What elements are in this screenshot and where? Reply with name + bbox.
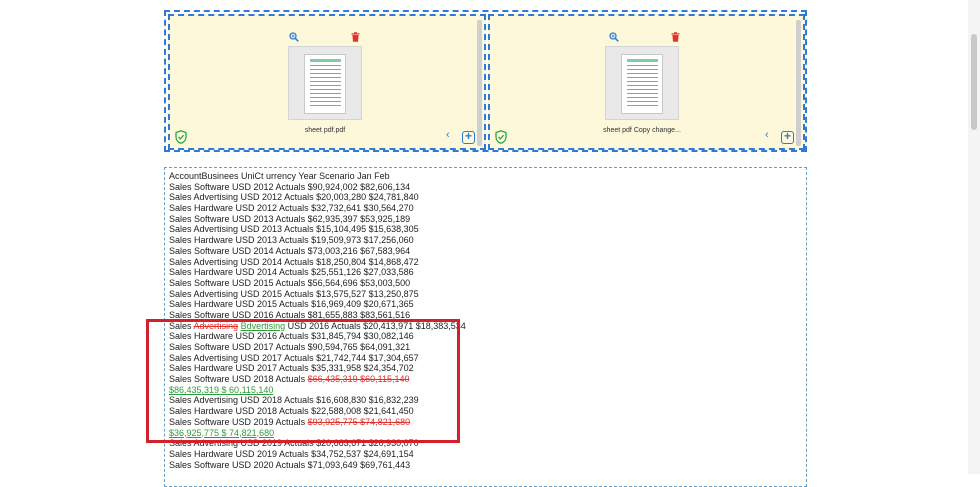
line-text: Sales Hardware USD 2013 Actuals $19,509,…	[169, 235, 414, 246]
comparison-line: Sales Advertising USD 2014 Actuals $18,2…	[169, 257, 466, 268]
line-text: Sales Software USD 2013 Actuals $62,935,…	[169, 213, 411, 224]
chevron-left-icon[interactable]: ‹	[765, 130, 773, 141]
panel-scrollbar[interactable]	[796, 20, 801, 146]
line-text: Sales Software USD 2015 Actuals $56,564,…	[169, 277, 411, 288]
shield-check-icon	[175, 130, 187, 144]
file-name: sheet pdf Copy change...	[603, 127, 681, 134]
comparison-line: Sales Software USD 2013 Actuals $62,935,…	[169, 214, 466, 225]
line-text: Sales Hardware USD 2015 Actuals $16,969,…	[169, 299, 414, 310]
zoom-icon[interactable]	[609, 32, 619, 42]
pdf-page-preview	[621, 54, 663, 114]
line-text: Sales Advertising USD 2012 Actuals $20,0…	[169, 192, 419, 203]
file-name: sheet pdf.pdf	[304, 127, 346, 134]
pdf-page-preview	[304, 54, 346, 114]
file-thumbnail[interactable]	[605, 46, 679, 120]
comparison-line: Sales Advertising USD 2013 Actuals $15,1…	[169, 224, 466, 235]
line-text: Sales Software USD 2012 Actuals $90,924,…	[169, 181, 411, 192]
file-panel-original: sheet pdf.pdf ‹ +	[168, 14, 486, 150]
comparison-line: Sales Hardware USD 2013 Actuals $19,509,…	[169, 235, 466, 246]
chevron-left-icon[interactable]: ‹	[446, 130, 454, 141]
page-scrollbar[interactable]	[968, 0, 980, 474]
add-page-icon[interactable]: +	[462, 130, 475, 144]
line-text: Sales Hardware USD 2014 Actuals $25,551,…	[169, 267, 414, 278]
line-text: Sales Hardware USD 2012 Actuals $32,732,…	[169, 203, 414, 214]
file-panels: sheet pdf.pdf ‹ + sheet pdf Copy change.…	[164, 10, 807, 152]
line-text: AccountBusinees UniCt urrency Year Scena…	[169, 171, 390, 181]
comparison-line: Sales Advertising USD 2015 Actuals $13,5…	[169, 289, 466, 300]
panel-scrollbar[interactable]	[477, 20, 482, 146]
line-text: Sales Hardware USD 2019 Actuals $34,752,…	[169, 448, 414, 459]
page-scrollbar-thumb[interactable]	[971, 34, 977, 130]
file-panel-changed: sheet pdf Copy change... ‹ +	[488, 14, 805, 150]
comparison-line: Sales Software USD 2015 Actuals $56,564,…	[169, 278, 466, 289]
trash-icon[interactable]	[671, 32, 680, 42]
comparison-line: Sales Hardware USD 2014 Actuals $25,551,…	[169, 267, 466, 278]
line-text: Sales Advertising USD 2014 Actuals $18,2…	[169, 256, 419, 267]
comparison-line: Sales Hardware USD 2015 Actuals $16,969,…	[169, 299, 466, 310]
line-text: Sales Software USD 2014 Actuals $73,003,…	[169, 245, 411, 256]
comparison-line: Sales Hardware USD 2019 Actuals $34,752,…	[169, 449, 466, 460]
highlight-annotation	[146, 319, 460, 443]
line-text: Sales Advertising USD 2013 Actuals $15,1…	[169, 224, 419, 235]
add-page-icon[interactable]: +	[781, 130, 794, 144]
trash-icon[interactable]	[351, 32, 360, 42]
comparison-line: Sales Software USD 2012 Actuals $90,924,…	[169, 182, 466, 193]
comparison-line: Sales Hardware USD 2012 Actuals $32,732,…	[169, 203, 466, 214]
comparison-line: Sales Advertising USD 2012 Actuals $20,0…	[169, 192, 466, 203]
comparison-line: Sales Software USD 2020 Actuals $71,093,…	[169, 460, 466, 471]
file-thumbnail[interactable]	[288, 46, 362, 120]
shield-check-icon	[495, 130, 507, 144]
comparison-line: Sales Software USD 2014 Actuals $73,003,…	[169, 246, 466, 257]
line-text: Sales Software USD 2020 Actuals $71,093,…	[169, 459, 411, 470]
line-text: Sales Advertising USD 2015 Actuals $13,5…	[169, 288, 419, 299]
zoom-icon[interactable]	[289, 32, 299, 42]
comparison-line: AccountBusinees UniCt urrency Year Scena…	[169, 171, 466, 182]
